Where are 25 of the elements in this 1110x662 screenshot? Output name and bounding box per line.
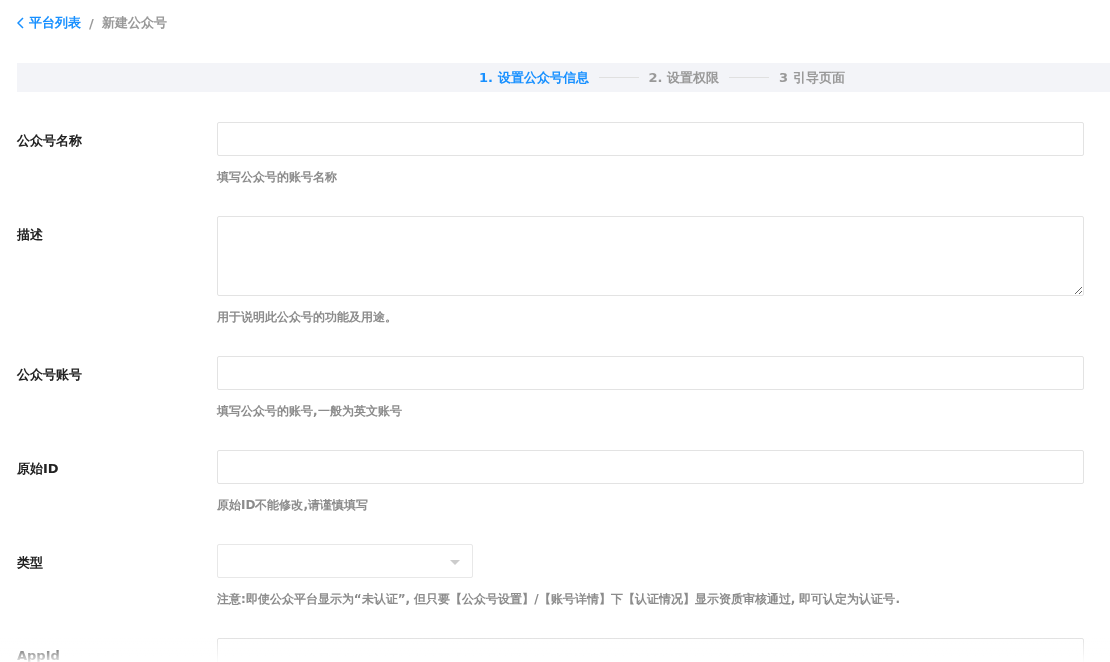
input-field[interactable] <box>217 450 1084 484</box>
field-label: 描述 <box>17 226 44 244</box>
field-hint: 原始ID不能修改,请谨慎填写 <box>217 497 369 514</box>
input-field[interactable] <box>217 122 1084 156</box>
field-label: 公众号账号 <box>17 366 83 384</box>
field-label: 类型 <box>17 554 44 572</box>
field-hint: 注意:即使公众平台显示为“未认证”, 但只要【公众号设置】/【账号详情】下【认证情况】显示资质审核通过, 即可认定为认证号. <box>217 591 901 608</box>
select-field[interactable] <box>217 544 473 578</box>
field-label: AppId <box>17 647 61 662</box>
step[interactable]: 3 引导页面 <box>779 68 845 87</box>
input-field[interactable] <box>217 638 1084 662</box>
step[interactable]: 2. 设置权限 <box>648 68 720 87</box>
caret-down-icon <box>450 560 460 565</box>
field-hint: 用于说明此公众号的功能及用途。 <box>217 309 398 326</box>
step[interactable]: 1. 设置公众号信息 <box>479 68 589 87</box>
breadcrumb-current: 新建公众号 <box>101 14 167 32</box>
input-field[interactable] <box>217 356 1084 390</box>
field-label: 原始ID <box>17 460 60 478</box>
field-label: 公众号名称 <box>17 132 83 150</box>
field-hint: 填写公众号的账号名称 <box>217 169 338 186</box>
breadcrumb-separator: / <box>89 15 94 31</box>
chevron-left-icon <box>17 17 25 29</box>
back-link[interactable]: 平台列表 <box>17 14 81 32</box>
field-hint: 填写公众号的账号,一般为英文账号 <box>217 403 403 420</box>
text-area[interactable] <box>217 216 1084 296</box>
